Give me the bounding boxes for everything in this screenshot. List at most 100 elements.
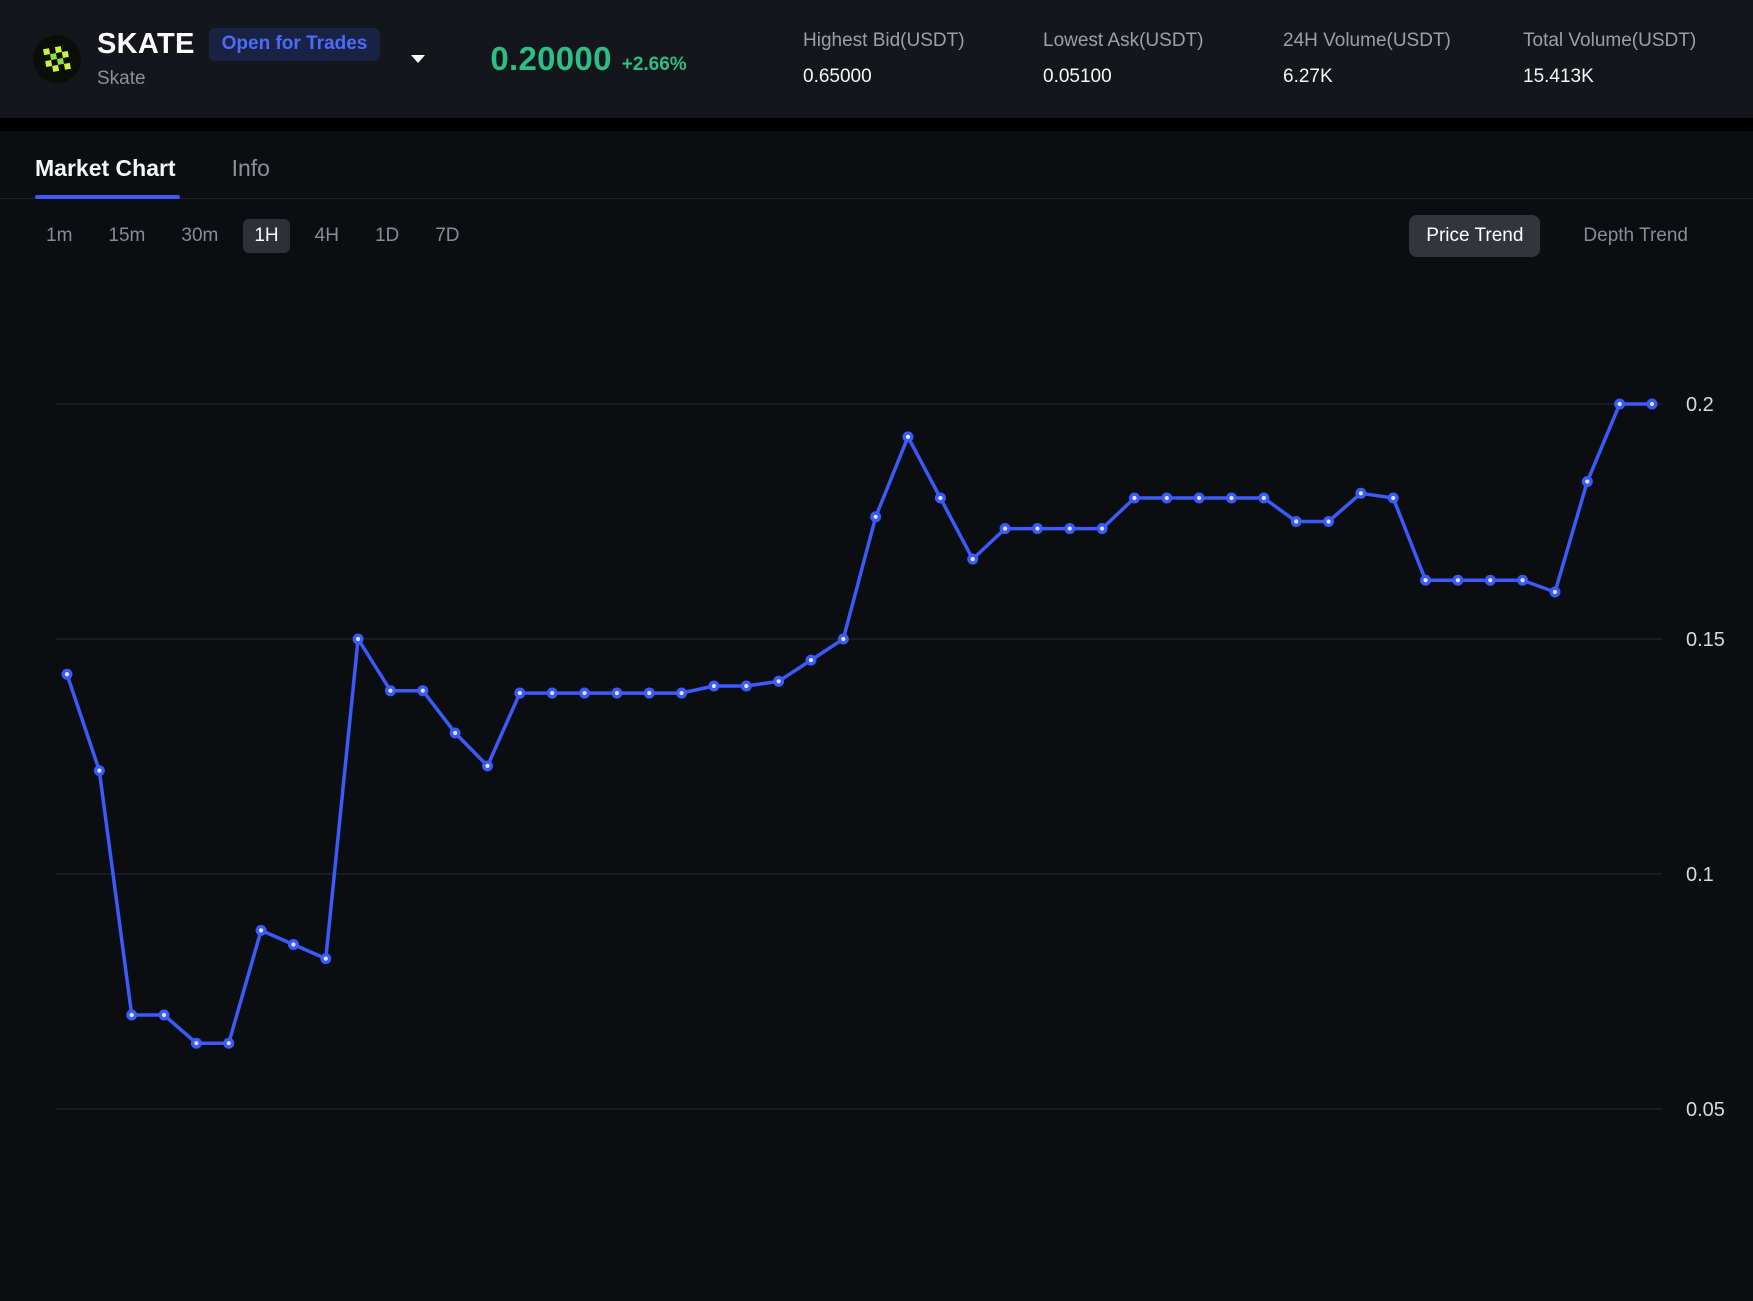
- market-header: SKATE Open for Trades Skate 0.20000 +2.6…: [0, 0, 1753, 118]
- data-point-center: [1100, 526, 1104, 530]
- stat-total-volume: Total Volume(USDT) 15.413K: [1523, 30, 1723, 88]
- data-point-center: [1650, 402, 1654, 406]
- depth-trend-button[interactable]: Depth Trend: [1566, 215, 1705, 257]
- data-point-center: [906, 435, 910, 439]
- price-line: [67, 404, 1652, 1043]
- status-badge: Open for Trades: [209, 28, 381, 61]
- stat-label: 24H Volume(USDT): [1283, 30, 1483, 52]
- data-point-center: [1262, 496, 1266, 500]
- timeframe-1m[interactable]: 1m: [35, 219, 83, 253]
- data-point-center: [65, 672, 69, 676]
- token-name: Skate: [97, 68, 380, 90]
- y-axis-label: 0.2: [1686, 394, 1714, 416]
- stat-lowest-ask: Lowest Ask(USDT) 0.05100: [1043, 30, 1243, 88]
- skate-logo-icon: [33, 35, 81, 83]
- data-point-center: [421, 689, 425, 693]
- stat-24h-volume: 24H Volume(USDT) 6.27K: [1283, 30, 1483, 88]
- stat-value: 0.65000: [803, 66, 1003, 88]
- price-chart-area: 0.2 0.15 0.1 0.05: [0, 270, 1753, 1301]
- tab-bar: Market Chart Info: [0, 131, 1753, 199]
- timeframe-7d[interactable]: 7D: [424, 219, 470, 253]
- data-point-center: [324, 957, 328, 961]
- timeframe-1d[interactable]: 1D: [364, 219, 410, 253]
- data-point-center: [1326, 519, 1330, 523]
- data-point-center: [97, 769, 101, 773]
- data-point-center: [1003, 526, 1007, 530]
- trend-toggle: Price Trend Depth Trend: [1409, 215, 1705, 257]
- data-point-center: [259, 928, 263, 932]
- price-block: 0.20000 +2.66%: [490, 40, 686, 78]
- data-point-center: [1229, 496, 1233, 500]
- data-point-center: [194, 1041, 198, 1045]
- data-point-center: [1068, 526, 1072, 530]
- data-point-center: [679, 691, 683, 695]
- data-point-center: [1132, 496, 1136, 500]
- data-point-center: [518, 691, 522, 695]
- timeframe-selector: 1m 15m 30m 1H 4H 1D 7D: [35, 219, 471, 253]
- timeframe-15m[interactable]: 15m: [97, 219, 156, 253]
- data-point-center: [1197, 496, 1201, 500]
- data-point-center: [227, 1041, 231, 1045]
- price-line-chart[interactable]: 0.2 0.15 0.1 0.05: [0, 270, 1753, 1301]
- timeframe-1h[interactable]: 1H: [243, 219, 289, 253]
- data-point-center: [1359, 491, 1363, 495]
- data-point-center: [1618, 402, 1622, 406]
- price-trend-button[interactable]: Price Trend: [1409, 215, 1540, 257]
- tab-info[interactable]: Info: [232, 155, 270, 198]
- tab-label: Info: [232, 155, 270, 181]
- data-point-center: [971, 557, 975, 561]
- data-point-center: [388, 689, 392, 693]
- pair-selector-dropdown[interactable]: [410, 54, 426, 64]
- data-point-center: [1035, 526, 1039, 530]
- stat-highest-bid: Highest Bid(USDT) 0.65000: [803, 30, 1003, 88]
- data-point-center: [1294, 519, 1298, 523]
- y-axis-label: 0.15: [1686, 629, 1725, 651]
- price-change: +2.66%: [622, 54, 687, 76]
- data-point-center: [1423, 578, 1427, 582]
- stat-label: Total Volume(USDT): [1523, 30, 1723, 52]
- data-point-center: [485, 764, 489, 768]
- tab-market-chart[interactable]: Market Chart: [35, 155, 176, 198]
- stat-value: 6.27K: [1283, 66, 1483, 88]
- data-point-center: [712, 684, 716, 688]
- data-point-center: [874, 515, 878, 519]
- data-point-center: [1165, 496, 1169, 500]
- data-point-center: [777, 679, 781, 683]
- data-point-center: [550, 691, 554, 695]
- last-price: 0.20000: [490, 40, 611, 78]
- data-point-center: [1488, 578, 1492, 582]
- data-point-center: [841, 637, 845, 641]
- data-point-center: [744, 684, 748, 688]
- market-stats: Highest Bid(USDT) 0.65000 Lowest Ask(USD…: [803, 30, 1727, 88]
- data-point-center: [453, 731, 457, 735]
- data-point-center: [1521, 578, 1525, 582]
- data-point-center: [291, 942, 295, 946]
- chevron-down-icon: [410, 54, 426, 64]
- data-point-center: [582, 691, 586, 695]
- data-point-center: [1456, 578, 1460, 582]
- data-point-center: [615, 691, 619, 695]
- market-chart-panel: Market Chart Info 1m 15m 30m 1H 4H 1D 7D…: [0, 131, 1753, 1301]
- stat-value: 0.05100: [1043, 66, 1243, 88]
- chart-controls: 1m 15m 30m 1H 4H 1D 7D Price Trend Depth…: [0, 213, 1753, 259]
- token-name-block: SKATE Open for Trades Skate: [97, 28, 380, 90]
- y-axis-label: 0.05: [1686, 1099, 1725, 1121]
- y-axis-label: 0.1: [1686, 864, 1714, 886]
- data-point-center: [1553, 590, 1557, 594]
- data-point-center: [1585, 479, 1589, 483]
- timeframe-4h[interactable]: 4H: [304, 219, 350, 253]
- data-point-center: [162, 1013, 166, 1017]
- data-point-center: [938, 496, 942, 500]
- data-point-center: [1391, 496, 1395, 500]
- token-logo: [33, 35, 81, 83]
- timeframe-30m[interactable]: 30m: [170, 219, 229, 253]
- stat-label: Highest Bid(USDT): [803, 30, 1003, 52]
- stat-label: Lowest Ask(USDT): [1043, 30, 1243, 52]
- data-point-center: [130, 1013, 134, 1017]
- tab-label: Market Chart: [35, 155, 176, 181]
- data-point-center: [647, 691, 651, 695]
- token-symbol: SKATE: [97, 28, 195, 61]
- stat-value: 15.413K: [1523, 66, 1723, 88]
- data-point-center: [356, 637, 360, 641]
- data-point-center: [809, 658, 813, 662]
